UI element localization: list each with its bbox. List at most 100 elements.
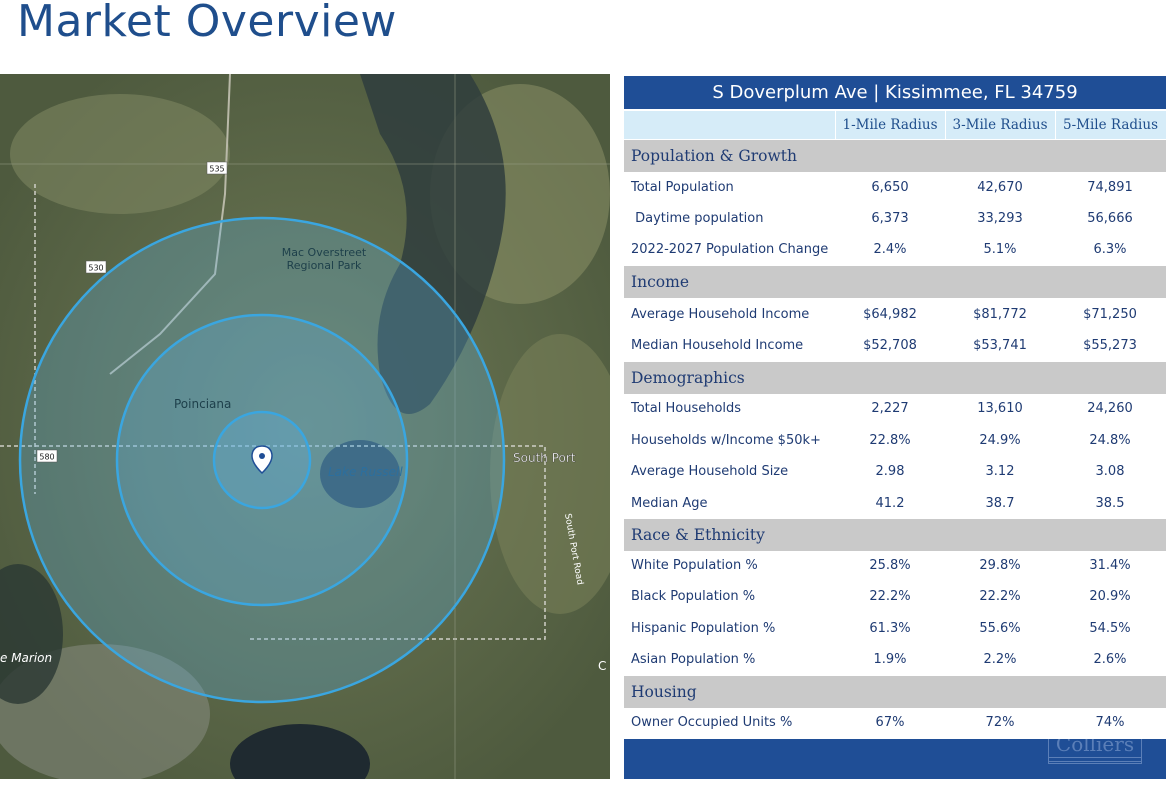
colliers-logo: Colliers bbox=[1048, 739, 1142, 764]
row-value-3-mile: 3.12 bbox=[985, 464, 1015, 479]
row-label: Average Household Size bbox=[631, 464, 789, 479]
svg-text:535: 535 bbox=[209, 165, 224, 174]
section-housing: Housing bbox=[624, 676, 1166, 708]
row-label: Median Age bbox=[631, 496, 708, 511]
table-row: Hispanic Population % 61.3% 55.6% 54.5% bbox=[624, 613, 1166, 644]
row-value-3-mile: 72% bbox=[985, 715, 1015, 730]
row-value-1-mile: 22.2% bbox=[869, 589, 911, 604]
table-row: 2022-2027 Population Change 2.4% 5.1% 6.… bbox=[624, 234, 1166, 265]
row-value-5-mile: 54.5% bbox=[1089, 621, 1131, 636]
row-value-3-mile: 2.2% bbox=[983, 652, 1017, 667]
row-label: Total Population bbox=[631, 180, 734, 195]
row-value-5-mile: 2.6% bbox=[1093, 652, 1127, 667]
section-demographics: Demographics bbox=[624, 362, 1166, 394]
row-label: Total Households bbox=[631, 401, 742, 416]
row-value-3-mile: 55.6% bbox=[979, 621, 1021, 636]
table-footer: Colliers bbox=[624, 739, 1166, 779]
row-value-3-mile: 22.2% bbox=[979, 589, 1021, 604]
row-label: Average Household Income bbox=[631, 307, 810, 322]
row-value-1-mile: 61.3% bbox=[869, 621, 911, 636]
map-label-south-port: South Port bbox=[513, 451, 576, 465]
address-header: S Doverplum Ave | Kissimmee, FL 34759 bbox=[624, 76, 1166, 109]
logo-rule bbox=[1049, 757, 1141, 758]
row-value-1-mile: 22.8% bbox=[869, 433, 911, 448]
row-value-1-mile: 1.9% bbox=[873, 652, 907, 667]
row-value-5-mile: 24.8% bbox=[1089, 433, 1131, 448]
row-value-5-mile: 3.08 bbox=[1095, 464, 1125, 479]
table-row: White Population % 25.8% 29.8% 31.4% bbox=[624, 550, 1166, 581]
section-title: Income bbox=[631, 273, 689, 291]
table-row: Daytime population 6,373 33,293 56,666 bbox=[624, 203, 1166, 234]
row-value-5-mile: 20.9% bbox=[1089, 589, 1131, 604]
row-value-5-mile: 74% bbox=[1095, 715, 1125, 730]
section-title: Demographics bbox=[631, 369, 745, 387]
row-value-3-mile: 5.1% bbox=[983, 242, 1017, 257]
row-value-5-mile: $71,250 bbox=[1083, 307, 1137, 322]
row-value-1-mile: 67% bbox=[875, 715, 905, 730]
page-title: Market Overview bbox=[17, 0, 397, 47]
row-value-3-mile: $53,741 bbox=[973, 338, 1027, 353]
table-row: Black Population % 22.2% 22.2% 20.9% bbox=[624, 581, 1166, 612]
table-row: Average Household Size 2.98 3.12 3.08 bbox=[624, 456, 1166, 487]
road-shield-535: 535 bbox=[206, 161, 228, 175]
column-header-1-mile: 1-Mile Radius bbox=[842, 117, 938, 133]
column-header-3-mile: 3-Mile Radius bbox=[952, 117, 1048, 133]
table-row: Average Household Income $64,982 $81,772… bbox=[624, 299, 1166, 330]
logo-rule bbox=[1049, 761, 1141, 762]
row-label: Households w/Income $50k+ bbox=[631, 433, 821, 448]
section-title: Housing bbox=[631, 683, 697, 701]
row-value-5-mile: 56,666 bbox=[1087, 211, 1133, 226]
row-value-5-mile: 24,260 bbox=[1087, 401, 1133, 416]
column-header-row: 1-Mile Radius 3-Mile Radius 5-Mile Radiu… bbox=[624, 111, 1166, 139]
section-population-growth: Population & Growth bbox=[624, 140, 1166, 172]
row-value-1-mile: 6,650 bbox=[871, 180, 909, 195]
row-value-3-mile: 38.7 bbox=[985, 496, 1015, 511]
row-value-1-mile: 2.4% bbox=[873, 242, 907, 257]
table-row: Total Population 6,650 42,670 74,891 bbox=[624, 172, 1166, 203]
row-value-1-mile: 41.2 bbox=[875, 496, 905, 511]
row-value-1-mile: $52,708 bbox=[863, 338, 917, 353]
row-value-1-mile: 6,373 bbox=[871, 211, 909, 226]
svg-text:580: 580 bbox=[39, 453, 54, 462]
column-header-5-mile: 5-Mile Radius bbox=[1063, 117, 1158, 133]
row-value-1-mile: 2,227 bbox=[871, 401, 909, 416]
table-row: Median Household Income $52,708 $53,741 … bbox=[624, 330, 1166, 361]
row-value-5-mile: 38.5 bbox=[1095, 496, 1125, 511]
section-race-ethnicity: Race & Ethnicity bbox=[624, 519, 1166, 551]
demographics-table: S Doverplum Ave | Kissimmee, FL 34759 1-… bbox=[624, 76, 1166, 779]
map-label-lake-russell: Lake Russell bbox=[328, 465, 403, 479]
row-value-5-mile: 31.4% bbox=[1089, 558, 1131, 573]
row-value-1-mile: 25.8% bbox=[869, 558, 911, 573]
row-value-3-mile: 13,610 bbox=[977, 401, 1023, 416]
table-row: Median Age 41.2 38.7 38.5 bbox=[624, 488, 1166, 519]
map-label-poinciana: Poinciana bbox=[174, 397, 231, 411]
row-value-3-mile: 29.8% bbox=[979, 558, 1021, 573]
row-label: Asian Population % bbox=[631, 652, 756, 667]
terrain-patch bbox=[10, 94, 230, 214]
row-value-3-mile: 24.9% bbox=[979, 433, 1021, 448]
svg-text:530: 530 bbox=[88, 264, 103, 273]
row-value-3-mile: 33,293 bbox=[977, 211, 1023, 226]
road-shield-580: 580 bbox=[36, 449, 58, 463]
table-row: Owner Occupied Units % 67% 72% 74% bbox=[624, 707, 1166, 738]
row-value-5-mile: $55,273 bbox=[1083, 338, 1137, 353]
row-value-5-mile: 6.3% bbox=[1093, 242, 1127, 257]
row-value-3-mile: 42,670 bbox=[977, 180, 1023, 195]
row-label: Owner Occupied Units % bbox=[631, 715, 793, 730]
row-value-1-mile: $64,982 bbox=[863, 307, 917, 322]
table-row: Total Households 2,227 13,610 24,260 bbox=[624, 393, 1166, 424]
row-label: White Population % bbox=[631, 558, 758, 573]
section-title: Race & Ethnicity bbox=[631, 526, 765, 544]
road-shield-530: 530 bbox=[85, 260, 107, 274]
table-row: Asian Population % 1.9% 2.2% 2.6% bbox=[624, 644, 1166, 675]
row-label: Daytime population bbox=[631, 211, 764, 226]
row-value-5-mile: 74,891 bbox=[1087, 180, 1133, 195]
row-label: Median Household Income bbox=[631, 338, 804, 353]
map-image[interactable]: 535 530 580 Mac Overstreet Regional Park… bbox=[0, 74, 610, 779]
table-row: Households w/Income $50k+ 22.8% 24.9% 24… bbox=[624, 425, 1166, 456]
map-label-edge: C bbox=[598, 659, 606, 673]
row-value-3-mile: $81,772 bbox=[973, 307, 1027, 322]
map-label-lake-marion: e Marion bbox=[0, 651, 52, 665]
section-title: Population & Growth bbox=[631, 147, 797, 165]
section-income: Income bbox=[624, 266, 1166, 298]
